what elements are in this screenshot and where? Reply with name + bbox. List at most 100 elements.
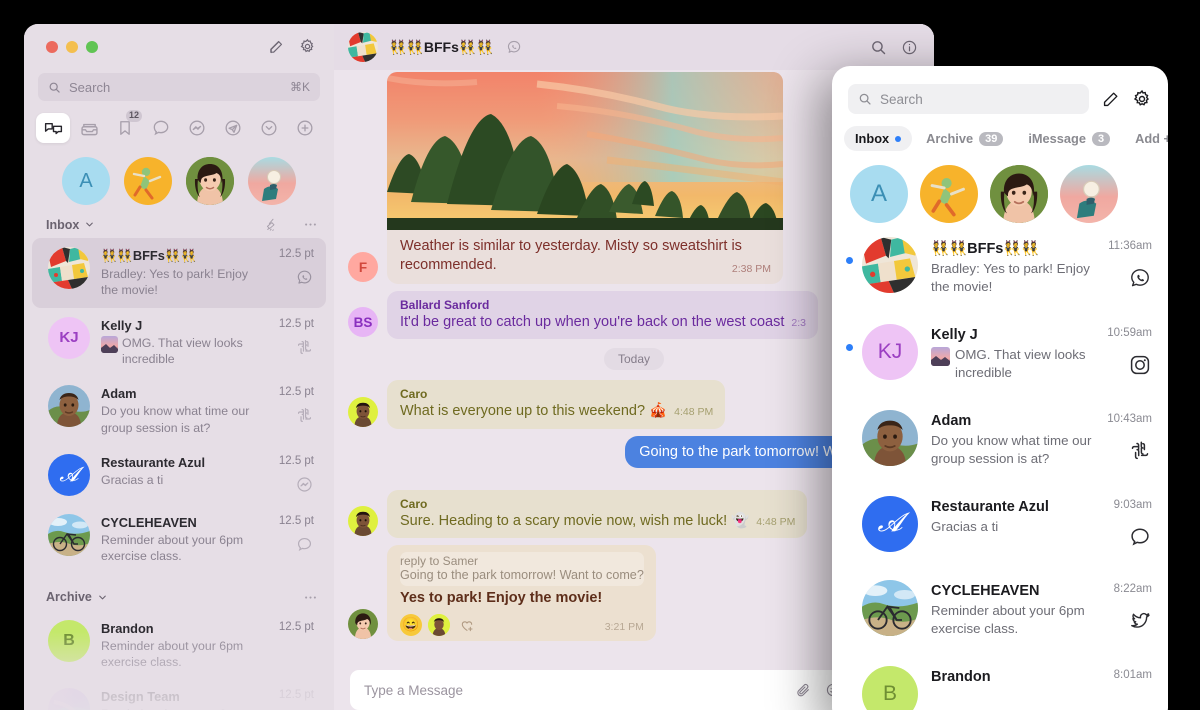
design-team-art [48,688,90,710]
unread-dot [846,257,853,264]
maximize-button[interactable] [86,41,98,53]
channel-more[interactable] [252,113,286,143]
avatar[interactable]: A [62,157,110,205]
conversation-item-brandon[interactable]: B Brandon 8:01am [832,652,1168,710]
sunset-photo[interactable] [387,72,783,230]
avatar: KJ [862,323,918,380]
info-icon[interactable] [901,39,918,56]
inbox-section-header[interactable]: Inbox [24,205,334,238]
chevron-down-icon[interactable] [84,219,95,230]
channel-messenger[interactable] [180,113,214,143]
whatsapp-icon [297,270,312,284]
channel-telegram[interactable] [216,113,250,143]
floating-inbox-panel: Search Inbox Archive 39 iMessage 3 Add +… [832,66,1168,710]
conversation-name: Brandon [101,620,154,636]
avatar [48,385,90,428]
conversation-item-cycleheaven[interactable]: CYCLEHEAVEN Reminder about your 6pm exer… [32,505,326,574]
reaction-emoji[interactable]: 😄 [400,613,422,636]
conversation-item-cycleheaven[interactable]: CYCLEHEAVEN Reminder about your 6pm exer… [832,566,1168,652]
message-time: 4:48 PM [756,515,796,528]
message-bubble[interactable]: Ballard Sanford It'd be great to catch u… [387,291,818,340]
whatsapp-icon[interactable] [505,38,523,56]
avatar[interactable] [186,157,234,205]
message-sender: Caro [400,496,428,511]
woman-photo [348,608,378,639]
channel-inbox[interactable] [72,113,106,143]
channel-add[interactable] [288,113,322,143]
attachment-icon[interactable] [795,682,811,698]
avatar[interactable] [920,165,978,223]
conversation-preview: Do you know what time our group session … [101,404,250,435]
gear-icon[interactable] [1132,89,1152,109]
conversation-item-restaurante-azul[interactable]: 𝓐 Restaurante Azul Gracias a ti 12.5 pt [32,445,326,505]
conversation-item-bffs[interactable]: 👯👯BFFs👯👯 Bradley: Yes to park! Enjoy the… [832,223,1168,310]
avatar: BS [348,307,378,338]
compose-icon[interactable] [1101,90,1120,109]
lightbulb-photo [248,157,296,205]
channel-imessage[interactable] [144,113,178,143]
conversation-item-restaurante-azul[interactable]: 𝓐 Restaurante Azul Gracias a ti 9:03am [832,482,1168,566]
slack-icon [297,339,312,354]
avatar [48,514,90,557]
search-input[interactable]: Search ⌘K [38,73,320,101]
runner-illustration [930,178,965,217]
conversation-name: Design Team [101,689,180,705]
conversation-item-adam[interactable]: Adam Do you know what time our group ses… [32,376,326,445]
message-bubble[interactable]: Caro Sure. Heading to a scary movie now,… [387,489,808,538]
tab-inbox[interactable]: Inbox [844,126,913,151]
avatar[interactable] [990,165,1048,223]
close-button[interactable] [46,41,58,53]
conversation-preview: Reminder about your 6pm exercise class. [101,706,268,710]
avatar[interactable]: A [850,165,908,223]
avatar[interactable] [124,157,172,205]
tab-add[interactable]: Add + [1124,126,1168,151]
broom-icon[interactable] [264,217,279,232]
conversation-item-design-team[interactable]: Design Team Reminder about your 6pm exer… [32,679,326,710]
conversation-item-kelly-j[interactable]: KJ Kelly J OMG. That view looks incredib… [32,308,326,377]
sidebar-top-actions [268,38,316,55]
message-bubble[interactable]: Caro What is everyone up to this weekend… [387,380,726,429]
more-options-icon[interactable] [303,217,318,232]
messenger-icon [297,477,312,492]
avatar[interactable] [248,157,296,205]
conversation-item-kelly-j[interactable]: KJ Kelly J OMG. That view looks incredib… [832,310,1168,396]
message-bubble[interactable]: reply to Samer Going to the park tomorro… [387,544,656,641]
tab-archive[interactable]: Archive 39 [915,126,1014,151]
tab-imessage[interactable]: iMessage 3 [1017,126,1121,151]
more-options-icon[interactable] [303,590,318,605]
message-text: Yes to park! Enjoy the movie! [400,589,603,606]
conversation-item-brandon[interactable]: B Brandon Reminder about your 6pm exerci… [32,611,326,680]
bffs-art [348,32,378,62]
conversation-item-adam[interactable]: Adam Do you know what time our group ses… [832,396,1168,482]
search-icon[interactable] [870,39,887,56]
conversation-time: 9:03am [1113,498,1152,511]
avatar-letter: KJ [59,329,79,347]
minimize-button[interactable] [66,41,78,53]
avatar-letter: KJ [877,339,903,363]
conversation-name: Kelly J [101,317,143,333]
twitter-icon [1131,612,1150,628]
message-text: Sure. Heading to a scary movie now, wish… [400,512,750,529]
main-window: Search ⌘K 12 A Inbox 👯👯BFFs👯👯 Bradley: Y… [24,24,934,710]
conversation-name: Adam [931,412,972,429]
woman-photo [990,165,1048,223]
archive-section-header[interactable]: Archive [24,574,334,611]
telegram-icon [225,120,241,136]
conversation-name: Restaurante Azul [931,498,1049,515]
reaction-avatar[interactable] [428,613,450,636]
conversation-time: 11:36am [1108,240,1152,252]
conversation-item-bffs[interactable]: 👯👯BFFs👯👯 Bradley: Yes to park! Enjoy the… [32,238,326,308]
quote-label: reply to Samer [400,553,479,568]
message-bubble[interactable]: Weather is similar to yesterday. Misty s… [387,230,783,285]
compose-icon[interactable] [268,38,285,55]
search-input[interactable]: Search [848,84,1089,114]
conversation-name: 👯👯BFFs👯👯 [931,241,1040,257]
avatar-letter: A [79,169,93,192]
channel-bookmarks[interactable]: 12 [108,110,142,143]
avatar[interactable] [1060,165,1118,223]
add-reaction-button[interactable] [456,614,478,636]
channel-chat-bubbles[interactable] [36,113,70,143]
gear-icon[interactable] [299,38,316,55]
page-title: 👯👯BFFs👯👯 [389,38,494,55]
chevron-down-icon[interactable] [97,592,108,603]
